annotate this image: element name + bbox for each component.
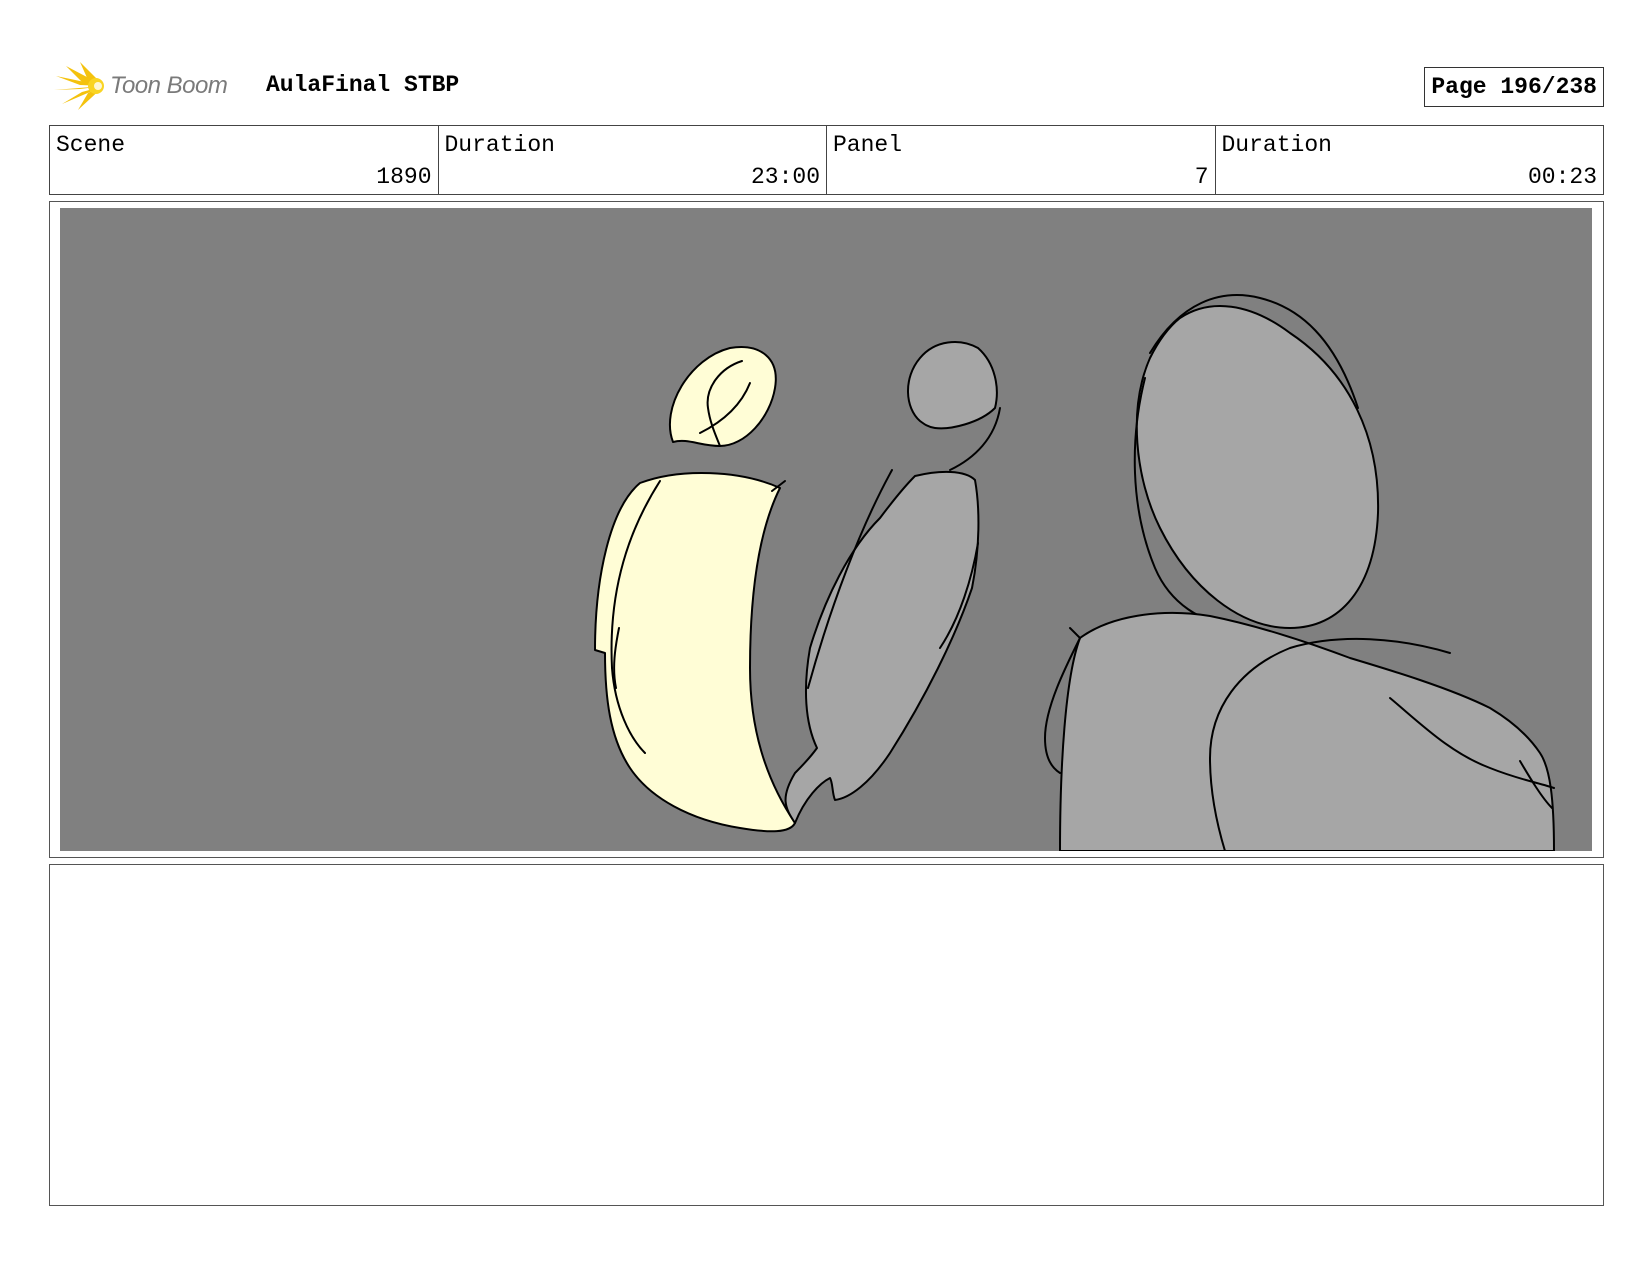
- scene-info-table: Scene 1890 Duration 23:00 Panel 7 Durati…: [49, 125, 1604, 195]
- panel-duration-cell: Duration 00:23: [1216, 126, 1604, 194]
- panel-cell: Panel 7: [827, 126, 1216, 194]
- logo-text: Toon Boom: [110, 72, 228, 99]
- scene-duration-value: 23:00: [750, 164, 820, 190]
- project-title: AulaFinal STBP: [266, 72, 460, 98]
- scene-value: 1890: [376, 164, 432, 190]
- scene-duration-label: Duration: [444, 132, 555, 158]
- page-number: Page 196/238: [1431, 74, 1597, 100]
- panel-notes-area: [49, 864, 1604, 1206]
- page-number-box: Page 196/238: [1424, 67, 1604, 107]
- starburst-icon: [54, 62, 104, 110]
- panel-duration-label: Duration: [1221, 132, 1332, 158]
- page-header: Toon Boom AulaFinal STBP Page 196/238: [50, 58, 1604, 110]
- storyboard-panel: [49, 201, 1604, 858]
- panel-label: Panel: [833, 132, 903, 158]
- scene-label: Scene: [56, 132, 126, 158]
- scene-cell: Scene 1890: [50, 126, 439, 194]
- toon-boom-logo: Toon Boom: [52, 60, 252, 110]
- panel-value: 7: [1194, 164, 1209, 190]
- scene-duration-cell: Duration 23:00: [439, 126, 827, 194]
- panel-drawing: [60, 208, 1592, 851]
- panel-duration-value: 00:23: [1527, 164, 1597, 190]
